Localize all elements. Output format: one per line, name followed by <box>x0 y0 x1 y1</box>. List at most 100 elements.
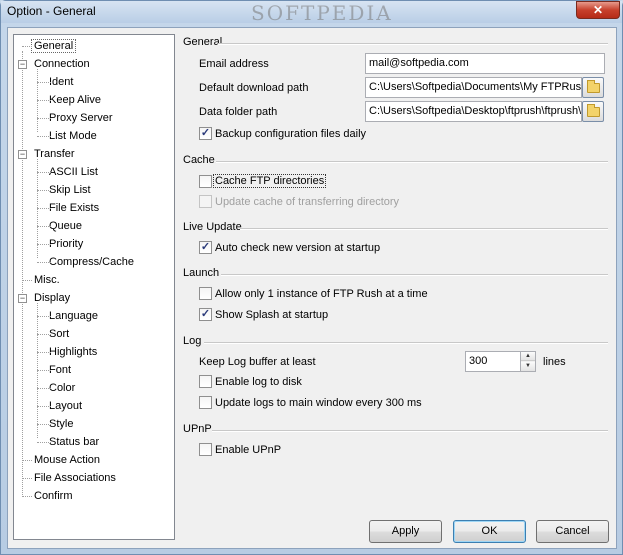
spin-down-icon[interactable]: ▼ <box>521 362 535 371</box>
tree-item-label: Skip List <box>49 184 91 196</box>
tree-item-font[interactable]: Font <box>37 362 74 379</box>
tree-connector <box>37 226 51 227</box>
splash-checkbox[interactable]: ✓ <box>199 308 212 321</box>
tree-item-file-associations[interactable]: File Associations <box>22 470 119 487</box>
data-folder-field[interactable]: C:\Users\Softpedia\Desktop\ftprush\ftpru… <box>365 101 582 122</box>
email-field[interactable]: mail@softpedia.com <box>365 53 605 74</box>
log-buffer-unit: lines <box>543 356 566 368</box>
close-button[interactable]: ✕ <box>576 1 620 19</box>
ok-button[interactable]: OK <box>453 520 526 543</box>
tree-item-highlights[interactable]: Highlights <box>37 344 100 361</box>
tree-item-label: Proxy Server <box>49 112 113 124</box>
collapse-icon[interactable]: − <box>18 150 27 159</box>
backup-checkbox[interactable]: ✓ <box>199 127 212 140</box>
tree-item-label: General <box>31 39 77 53</box>
tree-item-file-exists[interactable]: File Exists <box>37 200 102 217</box>
tree-item-proxy-server[interactable]: Proxy Server <box>37 110 116 127</box>
tree-item-label: Highlights <box>49 346 98 358</box>
tree-connector <box>22 496 32 497</box>
collapse-icon[interactable]: − <box>18 294 27 303</box>
section-divider <box>216 161 608 163</box>
update-logs-label: Update logs to main window every 300 ms <box>215 397 422 409</box>
tree-item-priority[interactable]: Priority <box>37 236 86 253</box>
tree-item-keep-alive[interactable]: Keep Alive <box>37 92 104 109</box>
update-logs-checkbox[interactable] <box>199 396 212 409</box>
tree-connector <box>37 370 51 371</box>
tree-item-general[interactable]: General <box>22 38 77 55</box>
tree-connector <box>37 82 51 83</box>
tree-connector <box>37 208 51 209</box>
section-divider <box>204 342 608 344</box>
browse-data-folder-button[interactable] <box>582 101 604 122</box>
tree-item-ident[interactable]: Ident <box>37 74 76 91</box>
title-bar[interactable]: Option - General SOFTPEDIA ✕ <box>1 1 622 25</box>
tree-item-ascii-list[interactable]: ASCII List <box>37 164 101 181</box>
download-path-field[interactable]: C:\Users\Softpedia\Documents\My FTPRush <box>365 77 582 98</box>
tree-item-transfer[interactable]: − Transfer <box>18 146 78 163</box>
tree-item-queue[interactable]: Queue <box>37 218 85 235</box>
enable-log-disk-label: Enable log to disk <box>215 376 302 388</box>
cancel-button[interactable]: Cancel <box>536 520 609 543</box>
tree-item-confirm[interactable]: Confirm <box>22 488 76 505</box>
tree-item-misc[interactable]: Misc. <box>22 272 63 289</box>
tree-item-label: ASCII List <box>49 166 98 178</box>
tree-item-sort[interactable]: Sort <box>37 326 72 343</box>
section-title-general: General <box>183 36 223 48</box>
spin-up-icon[interactable]: ▲ <box>521 352 535 361</box>
apply-button[interactable]: Apply <box>369 520 442 543</box>
tree-item-connection[interactable]: − Connection <box>18 56 93 73</box>
log-buffer-label: Keep Log buffer at least <box>199 356 316 368</box>
tree-item-label: Priority <box>49 238 84 250</box>
tree-item-language[interactable]: Language <box>37 308 101 325</box>
enable-log-disk-checkbox[interactable] <box>199 375 212 388</box>
update-cache-checkbox <box>199 195 212 208</box>
tree-connector <box>22 460 32 461</box>
tree-item-compress-cache[interactable]: Compress/Cache <box>37 254 137 271</box>
tree-connector <box>37 100 51 101</box>
tree-item-list-mode[interactable]: List Mode <box>37 128 100 145</box>
tree-item-layout[interactable]: Layout <box>37 398 85 415</box>
tree-connector <box>37 352 51 353</box>
log-buffer-spinner[interactable]: ▲ ▼ <box>520 351 536 372</box>
download-path-label: Default download path <box>199 82 309 94</box>
options-tree[interactable]: General − Connection Ident Keep Alive Proxy S… <box>13 34 175 540</box>
folder-icon <box>587 80 600 93</box>
softpedia-watermark: SOFTPEDIA <box>251 1 393 25</box>
cache-ftp-dirs-checkbox[interactable] <box>199 175 212 188</box>
section-title-upnp: UPnP <box>183 423 212 435</box>
tree-connector <box>37 262 51 263</box>
tree-item-label: Queue <box>49 220 83 232</box>
log-buffer-input[interactable]: 300 <box>465 351 521 372</box>
auto-check-checkbox[interactable]: ✓ <box>199 241 212 254</box>
tree-item-status-bar[interactable]: Status bar <box>37 434 102 451</box>
tree-connector <box>37 244 51 245</box>
tree-item-display[interactable]: − Display <box>18 290 73 307</box>
one-instance-checkbox[interactable] <box>199 287 212 300</box>
tree-item-color[interactable]: Color <box>37 380 78 397</box>
splash-label: Show Splash at startup <box>215 309 329 321</box>
tree-item-label: File Exists <box>49 202 100 214</box>
enable-upnp-label: Enable UPnP <box>215 444 282 456</box>
tree-item-label: List Mode <box>49 130 97 142</box>
tree-connector <box>37 334 51 335</box>
data-folder-label: Data folder path <box>199 106 278 118</box>
tree-item-skip-list[interactable]: Skip List <box>37 182 94 199</box>
collapse-icon[interactable]: − <box>18 60 27 69</box>
auto-check-label: Auto check new version at startup <box>215 242 381 254</box>
tree-connector <box>37 190 51 191</box>
browse-download-button[interactable] <box>582 77 604 98</box>
tree-item-label: Keep Alive <box>49 94 101 106</box>
tree-connector <box>37 388 51 389</box>
tree-item-label: Layout <box>49 400 83 412</box>
tree-connector <box>37 316 51 317</box>
one-instance-label: Allow only 1 instance of FTP Rush at a t… <box>215 288 428 300</box>
options-window: Option - General SOFTPEDIA ✕ General − Con… <box>0 0 623 555</box>
enable-upnp-checkbox[interactable] <box>199 443 212 456</box>
tree-item-label: Transfer <box>34 148 75 160</box>
tree-connector <box>37 118 51 119</box>
section-title-cache: Cache <box>183 154 215 166</box>
tree-item-label: Mouse Action <box>34 454 101 466</box>
tree-item-style[interactable]: Style <box>37 416 76 433</box>
tree-item-mouse-action[interactable]: Mouse Action <box>22 452 103 469</box>
section-title-launch: Launch <box>183 267 220 279</box>
